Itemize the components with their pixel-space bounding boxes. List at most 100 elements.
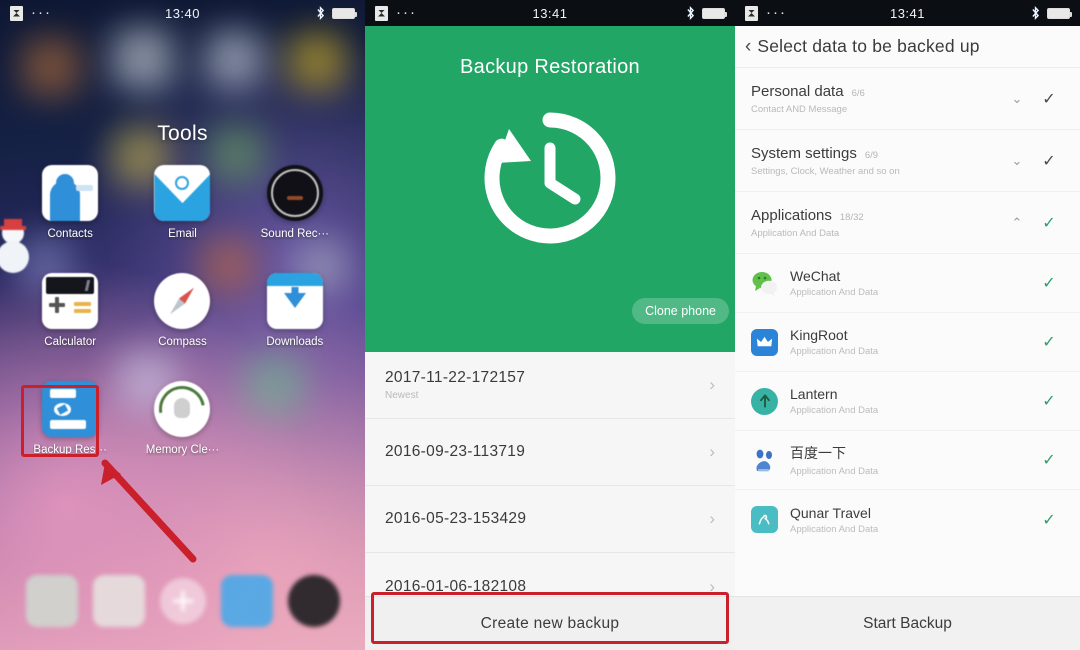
app-name: Qunar Travel [790, 504, 871, 521]
chevron-down-icon[interactable]: ⌄ [1002, 91, 1032, 107]
app-text: Lantern Application And Data [790, 386, 1032, 416]
wechat-icon [751, 270, 778, 297]
backup-list: 2017-11-22-172157 Newest › 2016-09-23-11… [365, 352, 735, 596]
app-cell-sound-recorder[interactable]: Sound Rec··· [239, 165, 351, 240]
email-icon[interactable] [154, 165, 211, 221]
chevron-up-icon[interactable]: ⌃ [1002, 215, 1032, 231]
select-data-header: ‹ Select data to be backed up [735, 26, 1080, 68]
app-grid: Contacts Email Sound Rec··· Calculator C… [0, 165, 365, 456]
app-cell-backup-restore[interactable]: Backup Res··· [14, 381, 126, 456]
baidu-icon [751, 447, 778, 474]
backup-list-item[interactable]: 2017-11-22-172157 Newest › [365, 352, 735, 419]
panel-home-screen: ··· 13:40 Tools Contacts Email Sound Rec… [0, 0, 365, 650]
app-checkmark-icon[interactable]: ✓ [1032, 510, 1066, 530]
app-subtitle: Application And Data [790, 466, 879, 477]
app-subtitle: Application And Data [790, 346, 879, 357]
app-row-lantern[interactable]: Lantern Application And Data ✓ [735, 372, 1080, 431]
app-row-baidu[interactable]: 百度一下 Application And Data ✓ [735, 431, 1080, 490]
clone-phone-button[interactable]: Clone phone [632, 298, 729, 324]
app-text: Qunar Travel Application And Data [790, 505, 1032, 535]
select-data-list: Personal data 6/6 Contact AND Message ⌄ … [735, 68, 1080, 596]
category-checkmark-icon[interactable]: ✓ [1032, 213, 1066, 233]
backup-item-text: 2017-11-22-172157 Newest [385, 369, 709, 401]
backup-list-item[interactable]: 2016-09-23-113719 › [365, 419, 735, 486]
app-name: WeChat [790, 268, 841, 284]
category-text: Applications 18/32 Application And Data [751, 207, 1002, 239]
category-row-system-settings[interactable]: System settings 6/9 Settings, Clock, Wea… [735, 130, 1080, 192]
category-checkmark-icon[interactable]: ✓ [1032, 89, 1066, 109]
select-data-screen: ··· 13:41 ‹ Select data to be backed up [735, 0, 1080, 650]
app-name: KingRoot [790, 327, 848, 343]
category-checkmark-icon[interactable]: ✓ [1032, 151, 1066, 171]
backup-name: 2017-11-22-172157 [385, 369, 526, 386]
status-time: 13:41 [889, 5, 926, 21]
category-subtitle: Application And Data [751, 227, 840, 239]
calculator-icon[interactable] [42, 273, 99, 329]
dock-icon-1[interactable] [25, 575, 78, 627]
app-label: Downloads [266, 336, 324, 348]
create-new-backup-button[interactable]: Create new backup [365, 596, 735, 650]
backup-list-item[interactable]: 2016-01-06-182108 › [365, 553, 735, 596]
app-checkmark-icon[interactable]: ✓ [1032, 450, 1066, 470]
category-text: Personal data 6/6 Contact AND Message [751, 83, 1002, 115]
app-checkmark-icon[interactable]: ✓ [1032, 273, 1066, 293]
app-cell-downloads[interactable]: Downloads [239, 273, 351, 348]
backup-name: 2016-05-23-153429 [385, 510, 527, 527]
restore-clock-icon [475, 103, 625, 253]
battery-icon [1047, 7, 1072, 19]
category-text: System settings 6/9 Settings, Clock, Wea… [751, 145, 1002, 177]
app-name: Lantern [790, 386, 838, 402]
app-cell-contacts[interactable]: Contacts [14, 165, 126, 240]
backup-item-text: 2016-09-23-113719 [385, 443, 709, 461]
app-cell-calculator[interactable]: Calculator [14, 273, 126, 348]
dock-icon-3[interactable] [220, 575, 273, 627]
app-label: Email [168, 228, 197, 240]
sound-recorder-icon[interactable] [266, 165, 323, 221]
category-row-applications[interactable]: Applications 18/32 Application And Data … [735, 192, 1080, 254]
contacts-icon[interactable] [42, 165, 99, 221]
app-subtitle: Application And Data [790, 405, 879, 416]
category-title: Applications [751, 206, 832, 224]
compass-icon[interactable] [154, 273, 211, 329]
app-subtitle: Application And Data [790, 287, 879, 298]
app-checkmark-icon[interactable]: ✓ [1032, 332, 1066, 352]
page-title: Select data to be backed up [757, 36, 980, 56]
panel-select-data: ··· 13:41 ‹ Select data to be backed up [735, 0, 1080, 650]
app-text: WeChat Application And Data [790, 268, 1032, 298]
status-bar-restoration: ··· 13:41 [365, 0, 735, 26]
backup-restore-icon[interactable] [42, 381, 99, 437]
app-checkmark-icon[interactable]: ✓ [1032, 391, 1066, 411]
panel-backup-restoration: ··· 13:41 Backup Restoration Clone phone… [365, 0, 735, 650]
dock-icon-2[interactable] [92, 575, 145, 627]
status-time: 13:41 [532, 5, 568, 21]
app-row-wechat[interactable]: WeChat Application And Data ✓ [735, 254, 1080, 313]
home-wallpaper: ··· 13:40 Tools Contacts Email Sound Rec… [0, 0, 365, 650]
category-subtitle: Settings, Clock, Weather and so on [751, 165, 900, 177]
status-bar-home: ··· 13:40 [0, 0, 365, 26]
start-backup-button[interactable]: Start Backup [735, 596, 1080, 650]
downloads-icon[interactable] [266, 273, 323, 329]
backup-list-item[interactable]: 2016-05-23-153429 › [365, 486, 735, 553]
lantern-icon [751, 387, 778, 415]
memory-cleaner-icon[interactable] [154, 381, 211, 437]
app-label: Contacts [47, 228, 93, 240]
chevron-right-icon: › [709, 576, 715, 596]
create-backup-cta-wrap: Create new backup [365, 596, 735, 650]
app-cell-compass[interactable]: Compass [126, 273, 238, 348]
app-cell-email[interactable]: Email [126, 165, 238, 240]
app-label: Memory Cle··· [145, 444, 220, 456]
restoration-screen: ··· 13:41 Backup Restoration Clone phone… [365, 0, 735, 650]
dock-icon-4[interactable] [287, 575, 340, 627]
backup-sub: Newest [385, 390, 419, 401]
category-row-personal-data[interactable]: Personal data 6/6 Contact AND Message ⌄ … [735, 68, 1080, 130]
chevron-right-icon: › [709, 442, 715, 461]
qunar-icon [751, 506, 778, 533]
chevron-left-icon[interactable]: ‹ [745, 36, 751, 58]
app-row-kingroot[interactable]: KingRoot Application And Data ✓ [735, 313, 1080, 372]
chevron-down-icon[interactable]: ⌄ [1002, 153, 1032, 169]
folder-title: Tools [157, 122, 208, 145]
app-row-qunar[interactable]: Qunar Travel Application And Data ✓ [735, 490, 1080, 549]
app-cell-memory-cleaner[interactable]: Memory Cle··· [126, 381, 238, 456]
category-title: Personal data [751, 82, 844, 100]
add-page-button[interactable] [159, 578, 206, 624]
